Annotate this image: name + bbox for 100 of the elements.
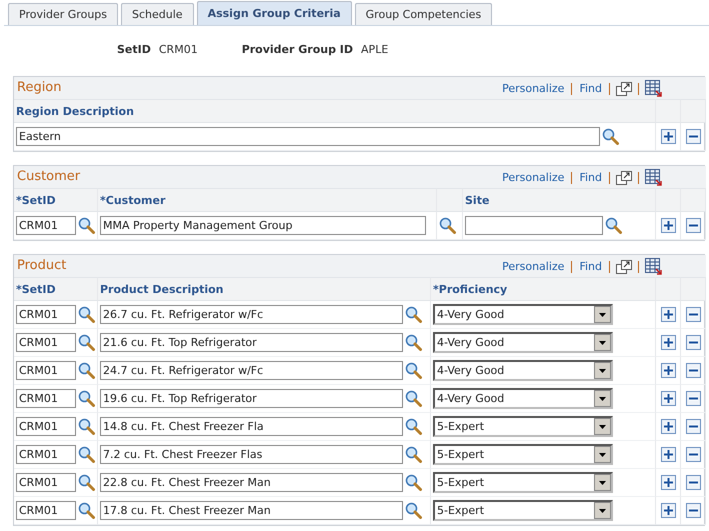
search-icon[interactable] — [405, 390, 422, 407]
input-field[interactable]: 19.6 cu. Ft. Top Refrigerator — [100, 389, 403, 408]
search-icon[interactable] — [78, 334, 95, 351]
search-icon[interactable] — [78, 446, 95, 463]
search-icon[interactable] — [78, 362, 95, 379]
search-icon[interactable] — [405, 474, 422, 491]
search-icon[interactable] — [405, 334, 422, 351]
grid-title: Customer — [17, 168, 80, 184]
delete-row-button[interactable] — [686, 129, 700, 144]
delete-row-button[interactable] — [686, 503, 700, 518]
field-value: APLE — [361, 42, 388, 56]
plus-icon — [664, 450, 672, 459]
delete-row-button[interactable] — [686, 475, 700, 490]
search-icon[interactable] — [78, 474, 95, 491]
input-field[interactable]: CRM01 — [16, 501, 76, 520]
add-row-button[interactable] — [660, 475, 676, 490]
add-row-button[interactable] — [660, 419, 676, 434]
add-row-button[interactable] — [660, 447, 676, 462]
delete-row-button[interactable] — [686, 419, 700, 434]
column-header-label: Site — [465, 194, 490, 206]
search-icon[interactable] — [405, 446, 422, 463]
add-row-button[interactable] — [660, 307, 676, 322]
input-field[interactable]: CRM01 — [16, 417, 76, 436]
add-row-button[interactable] — [660, 363, 676, 378]
input-field[interactable]: 7.2 cu. Ft. Chest Freezer Flas — [100, 445, 403, 464]
new-window-icon[interactable] — [616, 82, 632, 96]
dropdown[interactable]: 4-Very Good — [433, 360, 613, 381]
grid-link[interactable]: Find — [572, 171, 609, 184]
grid-link[interactable]: Find — [572, 82, 609, 95]
search-icon[interactable] — [605, 217, 622, 234]
delete-row-button[interactable] — [686, 335, 700, 350]
input-field[interactable]: 26.7 cu. Ft. Refrigerator w/Fc — [100, 305, 403, 324]
plus-icon — [664, 366, 672, 375]
dropdown[interactable]: 4-Very Good — [433, 388, 613, 409]
input-field[interactable]: CRM01 — [16, 473, 76, 492]
dropdown[interactable]: 5-Expert — [433, 444, 613, 465]
dropdown[interactable]: 5-Expert — [433, 416, 613, 437]
input-field[interactable]: CRM01 — [16, 216, 76, 235]
search-icon[interactable] — [78, 418, 95, 435]
search-icon[interactable] — [78, 390, 95, 407]
column-header-label: *SetID — [16, 282, 56, 296]
spreadsheet-icon[interactable] — [645, 80, 662, 97]
search-icon[interactable] — [78, 502, 95, 519]
add-row-button[interactable] — [660, 335, 676, 350]
new-window-icon[interactable] — [616, 170, 632, 184]
input-field[interactable]: CRM01 — [16, 333, 76, 352]
tab[interactable]: Schedule — [121, 3, 194, 25]
input-field[interactable]: 22.8 cu. Ft. Chest Freezer Man — [100, 473, 403, 492]
delete-row-button[interactable] — [686, 447, 700, 462]
search-icon[interactable] — [405, 306, 422, 323]
dropdown[interactable]: 4-Very Good — [433, 332, 613, 353]
input-field[interactable]: CRM01 — [16, 389, 76, 408]
input-field[interactable] — [465, 216, 603, 235]
spreadsheet-icon[interactable] — [645, 169, 662, 186]
column-header-label: Product Description — [100, 282, 224, 296]
input-field[interactable]: 17.8 cu. Ft. Chest Freezer Man — [100, 501, 403, 520]
column-header-label: *Proficiency — [433, 282, 508, 296]
dropdown[interactable]: 5-Expert — [433, 500, 613, 521]
dropdown[interactable]: 4-Very Good — [433, 304, 613, 325]
grid-link[interactable]: Personalize — [495, 260, 572, 273]
grid-title: Region — [17, 80, 62, 94]
tab[interactable]: Assign Group Criteria — [196, 1, 352, 25]
search-icon[interactable] — [405, 502, 422, 519]
search-icon[interactable] — [439, 217, 456, 234]
delete-row-button[interactable] — [686, 218, 700, 233]
grid-link[interactable]: Personalize — [495, 82, 572, 95]
input-field[interactable]: MMA Property Management Group — [100, 216, 426, 235]
tab[interactable]: Group Competencies — [354, 3, 492, 25]
add-row-button[interactable] — [660, 391, 676, 406]
grid-link[interactable]: Personalize — [495, 171, 572, 184]
add-row-button[interactable] — [660, 129, 676, 144]
input-field[interactable]: CRM01 — [16, 361, 76, 380]
add-row-button[interactable] — [660, 503, 676, 518]
input-field[interactable]: 24.7 cu. Ft. Refrigerator w/Fc — [100, 361, 403, 380]
dropdown[interactable]: 5-Expert — [433, 472, 613, 493]
delete-row-button[interactable] — [686, 307, 700, 322]
field-label: Provider Group ID — [242, 42, 354, 56]
add-row-button[interactable] — [660, 218, 676, 233]
column-header-label: Region Description — [16, 104, 134, 118]
search-icon[interactable] — [405, 362, 422, 379]
input-field[interactable]: Eastern — [16, 127, 600, 146]
tab[interactable]: Provider Groups — [8, 3, 118, 25]
plus-icon — [664, 506, 672, 515]
spreadsheet-icon[interactable] — [645, 258, 662, 275]
input-field[interactable]: 14.8 cu. Ft. Chest Freezer Fla — [100, 417, 403, 436]
search-icon[interactable] — [405, 418, 422, 435]
grid-link[interactable]: Find — [572, 260, 609, 273]
input-field[interactable]: 21.6 cu. Ft. Top Refrigerator — [100, 333, 403, 352]
delete-row-button[interactable] — [686, 391, 700, 406]
search-icon[interactable] — [78, 306, 95, 323]
input-field[interactable]: CRM01 — [16, 445, 76, 464]
plus-icon — [664, 394, 672, 403]
column-header-label: *SetID — [16, 194, 56, 206]
search-icon[interactable] — [602, 128, 619, 145]
plus-icon — [664, 422, 672, 431]
delete-row-button[interactable] — [686, 363, 700, 378]
input-field[interactable]: CRM01 — [16, 305, 76, 324]
new-window-icon[interactable] — [616, 260, 632, 274]
search-icon[interactable] — [78, 217, 95, 234]
column-header-label: *Customer — [100, 194, 166, 206]
